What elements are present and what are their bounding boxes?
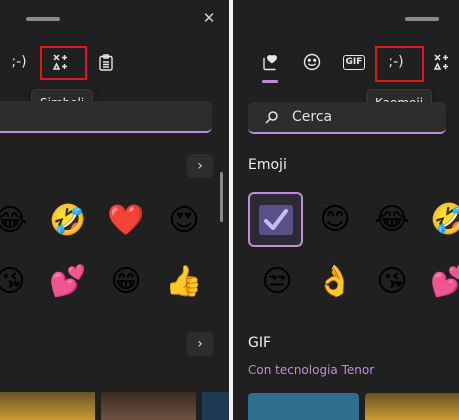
- tab-symbols[interactable]: [429, 50, 455, 74]
- emoji-panel-left: ✕ ;-) Simboli › 😂 🤣 ❤️ 😍 😘 💕 😁 👍 ›: [0, 0, 229, 420]
- drag-handle[interactable]: [26, 17, 60, 21]
- gif-thumbnail[interactable]: [248, 393, 359, 420]
- close-button[interactable]: ✕: [199, 8, 219, 28]
- tab-clipboard[interactable]: [96, 50, 116, 74]
- emoji-panel-right: GIF ;-) Kaomoji Cerca Emoji 😊 😂 🤣 😒 👌 😘 …: [233, 0, 459, 420]
- tab-emoji[interactable]: [300, 50, 324, 74]
- emoji-cell[interactable]: 💕: [429, 262, 459, 302]
- gif-thumbnail[interactable]: [365, 393, 459, 420]
- emoji-cell[interactable]: 🤣: [48, 201, 88, 241]
- emoji-cell[interactable]: 😒: [257, 262, 297, 302]
- tab-gif[interactable]: GIF: [341, 53, 367, 71]
- search-placeholder: Cerca: [292, 109, 333, 125]
- chevron-right-icon: ›: [197, 158, 203, 174]
- tab-kaomoji[interactable]: ;-): [6, 50, 32, 74]
- section-title-gif: GIF: [248, 335, 272, 351]
- emoji-cell[interactable]: 😊: [315, 200, 355, 240]
- section-title-emoji: Emoji: [248, 157, 287, 173]
- next-category-button[interactable]: ›: [187, 154, 213, 178]
- gif-thumbnail[interactable]: [202, 392, 229, 420]
- drag-handle[interactable]: [405, 17, 439, 21]
- smiley-icon: [303, 53, 321, 71]
- chevron-right-icon: ›: [197, 336, 203, 352]
- heart-note-icon: [263, 55, 277, 71]
- emoji-cell[interactable]: 👍: [164, 262, 204, 302]
- clipboard-icon: [99, 53, 113, 71]
- gif-thumbnail[interactable]: [101, 392, 196, 420]
- close-icon: ✕: [202, 9, 216, 27]
- emoji-cell-selected[interactable]: [248, 192, 303, 247]
- kaomoji-highlight: [375, 46, 424, 82]
- symbols-icon: [433, 54, 448, 70]
- search-icon: [265, 111, 278, 124]
- emoji-cell[interactable]: ❤️: [106, 201, 146, 241]
- check-mark-icon: [258, 204, 293, 235]
- gif-thumbnail[interactable]: [0, 392, 95, 420]
- next-category-button[interactable]: ›: [187, 332, 213, 356]
- tenor-attribution-link[interactable]: Con tecnologia Tenor: [248, 363, 374, 377]
- emoji-cell[interactable]: 😁: [106, 262, 146, 302]
- emoji-cell[interactable]: 💕: [48, 262, 88, 302]
- emoji-cell[interactable]: 😂: [0, 201, 30, 241]
- scrollbar-thumb[interactable]: [220, 172, 223, 222]
- tab-favorites[interactable]: [257, 50, 283, 74]
- emoji-cell[interactable]: 😘: [0, 262, 30, 302]
- search-input[interactable]: [0, 101, 212, 133]
- emoji-cell[interactable]: 🤣: [429, 200, 459, 240]
- emoji-cell[interactable]: 👌: [315, 262, 355, 302]
- search-input[interactable]: Cerca: [248, 102, 446, 134]
- active-tab-indicator: [262, 80, 278, 83]
- symbols-highlight: [40, 46, 87, 80]
- emoji-cell[interactable]: 😍: [164, 201, 204, 241]
- gif-icon: GIF: [342, 54, 366, 70]
- emoji-cell[interactable]: 😘: [372, 262, 412, 302]
- emoji-cell[interactable]: 😂: [372, 200, 412, 240]
